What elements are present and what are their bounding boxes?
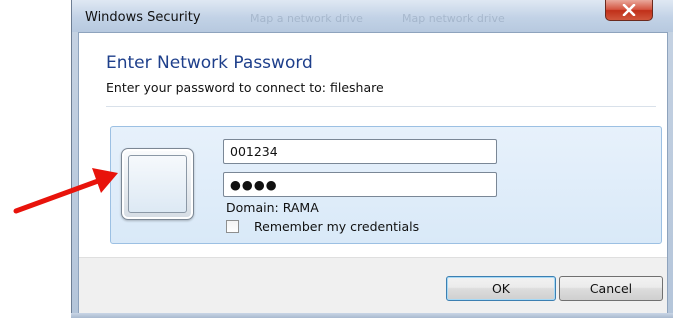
remember-credentials-label[interactable]: Remember my credentials xyxy=(254,219,419,234)
window-title: Windows Security xyxy=(85,10,201,25)
dialog-subheading: Enter your password to connect to: files… xyxy=(106,80,384,95)
domain-label: Domain: RAMA xyxy=(226,200,319,215)
dialog-heading: Enter Network Password xyxy=(106,53,313,73)
user-tile-icon xyxy=(121,148,194,220)
window-bottom-edge xyxy=(71,313,673,318)
remember-credentials-checkbox[interactable] xyxy=(226,219,239,233)
close-button[interactable] xyxy=(605,0,653,21)
remember-credentials-row[interactable]: Remember my credentials xyxy=(226,218,419,234)
dialog-footer: OK Cancel xyxy=(79,257,667,318)
title-bar[interactable]: Windows Security Map a network drive Map… xyxy=(72,0,673,32)
dialog-client-area: Enter Network Password Enter your passwo… xyxy=(78,32,668,318)
close-icon xyxy=(622,4,636,16)
user-tile-picture xyxy=(128,155,187,213)
password-field[interactable] xyxy=(223,172,497,197)
background-window-title: Map a network drive xyxy=(250,12,363,25)
separator xyxy=(106,106,656,107)
dialog-window: Windows Security Map a network drive Map… xyxy=(71,0,673,318)
cancel-button[interactable]: Cancel xyxy=(559,276,663,301)
screenshot-stage: Windows Security Map a network drive Map… xyxy=(0,0,673,318)
ok-button[interactable]: OK xyxy=(446,276,556,301)
credential-tile[interactable]: Domain: RAMA Remember my credentials xyxy=(110,126,662,244)
username-field[interactable] xyxy=(223,139,497,164)
background-window-title: Map network drive xyxy=(402,12,505,25)
